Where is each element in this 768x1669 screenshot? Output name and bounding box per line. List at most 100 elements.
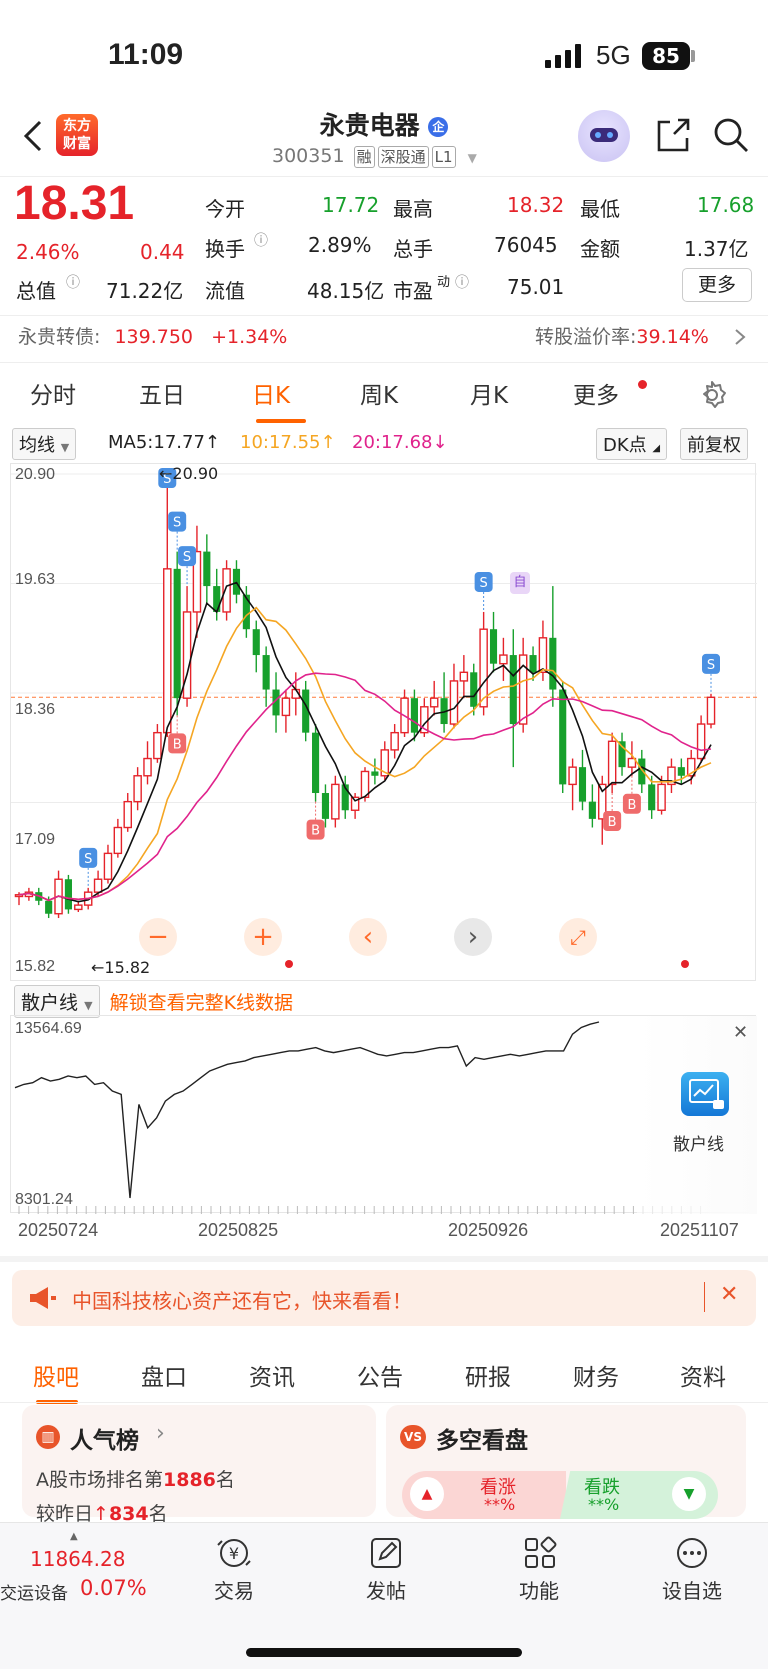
dk-point-button[interactable]: DK点 ◢ [596, 428, 668, 460]
ma5-readout: MA5:17.77↑ [108, 432, 220, 453]
nav-functions[interactable]: 功能 [499, 1575, 579, 1604]
vote-up[interactable]: ▲ 看涨 **% [402, 1471, 566, 1519]
post-edit-icon[interactable] [368, 1535, 404, 1571]
more-button[interactable]: 更多 [682, 268, 752, 302]
tab-daily-k[interactable]: 日K [252, 376, 290, 410]
index-change: 0.07% [80, 1576, 147, 1600]
tab-announcements[interactable]: 公告 [357, 1358, 403, 1392]
divider [0, 362, 768, 363]
y-tick-label: 8301.24 [15, 1191, 73, 1208]
nav-add-watchlist[interactable]: 设自选 [652, 1575, 732, 1604]
long-short-title: 多空看盘 [436, 1428, 528, 1454]
network-label: 5G [596, 40, 631, 70]
x-tick-label: 20250825 [198, 1220, 279, 1240]
tab-profile[interactable]: 资料 [680, 1358, 726, 1392]
nav-post[interactable]: 发帖 [346, 1575, 426, 1604]
rank-prefix: A股市场排名第 [36, 1469, 163, 1491]
tab-orderbook[interactable]: 盘口 [141, 1358, 187, 1392]
self-tag: 自 [510, 572, 530, 594]
retail-line-panel[interactable]: 13564.69 8301.24 ✕ 散户线 [10, 1015, 757, 1214]
retail-line [14, 1021, 600, 1199]
index-value[interactable]: 11864.28 [30, 1547, 125, 1571]
tab-forum[interactable]: 股吧 [33, 1358, 79, 1392]
info-icon[interactable]: ⓘ [254, 230, 268, 250]
banner-text: 中国科技核心资产还有它，快来看看！ [72, 1289, 412, 1313]
tab-monthly-k[interactable]: 月K [470, 376, 508, 410]
indicator-select[interactable]: 均线 ▼ [12, 428, 77, 460]
candle-body [479, 628, 488, 708]
candle-body [459, 671, 469, 682]
candle-body [638, 758, 646, 785]
pe-value: 75.01 [507, 275, 565, 299]
tab-financials[interactable]: 财务 [573, 1358, 619, 1392]
search-icon[interactable] [712, 116, 750, 154]
popularity-card[interactable]: ▥ 人气榜 › A股市场排名第1886名 较昨日↑834名 [22, 1405, 376, 1525]
volume-value: 76045 [494, 233, 558, 257]
tab-research[interactable]: 研报 [465, 1358, 511, 1392]
candle-body [312, 732, 320, 794]
assistant-robot-icon[interactable] [578, 110, 630, 162]
signal-label: S [707, 658, 715, 673]
stock-code-row[interactable]: 300351 融深股通 L1 ▼ [272, 145, 477, 168]
stock-name: 永贵电器 [319, 111, 420, 140]
ma5-line [18, 581, 712, 903]
candle-body [588, 801, 596, 819]
mktcap-label: 总值 [16, 279, 56, 303]
unlock-link[interactable]: 解锁查看完整K线数据 [110, 992, 293, 1014]
candle-body [321, 793, 330, 819]
close-icon[interactable]: ✕ [733, 1022, 748, 1043]
vote-up-pct: **% [484, 1495, 516, 1514]
status-bar: 11:09 5G 85 [0, 0, 768, 100]
zoom-in-button[interactable]: + [244, 918, 282, 956]
y-tick-label: 20.90 [15, 466, 56, 483]
promo-banner[interactable]: 中国科技核心资产还有它，快来看看！ ✕ [12, 1270, 756, 1326]
expand-icon[interactable]: ⤢ [559, 918, 597, 956]
status-time: 11:09 [108, 38, 184, 71]
trade-icon[interactable]: ¥ [215, 1535, 253, 1571]
info-icon[interactable]: ⓘ [66, 272, 80, 292]
prev-button[interactable]: ‹ [349, 918, 387, 956]
settings-gear-icon[interactable] [697, 380, 727, 410]
functions-grid-icon[interactable] [522, 1535, 558, 1571]
candle-body [568, 766, 577, 786]
vote-down[interactable]: 看跌 **% ▼ [570, 1471, 718, 1519]
change-amount: 0.44 [140, 240, 185, 264]
watchlist-more-icon[interactable] [674, 1535, 710, 1571]
share-icon[interactable] [654, 116, 692, 154]
adjust-button[interactable]: 前复权 [680, 428, 748, 460]
chart-toolbar: 均线 ▼ MA5:17.77↑ 10:17.55↑ 20:17.68↓ DK点 … [10, 428, 756, 462]
dropdown-caret-icon: ▼ [60, 441, 70, 454]
signal-label: S [183, 550, 191, 565]
y-tick-label: 17.09 [15, 831, 56, 848]
candle-body [153, 731, 162, 760]
kline-panel[interactable]: SSSSSSBBBB 20.90 19.63 18.36 17.09 15.82… [10, 463, 757, 981]
close-icon[interactable]: ✕ [720, 1282, 738, 1307]
sub-indicator-select[interactable]: 散户线 ▼ [14, 985, 100, 1018]
tab-weekly-k[interactable]: 周K [360, 376, 398, 410]
candle-body [93, 878, 103, 893]
signal-label: S [173, 516, 181, 531]
candle-body [410, 698, 418, 733]
long-short-card[interactable]: VS 多空看盘 ▲ 看涨 **% 看跌 **% ▼ [386, 1405, 746, 1519]
tab-more[interactable]: 更多 [573, 376, 619, 410]
tab-news[interactable]: 资讯 [249, 1358, 295, 1392]
nav-trade[interactable]: 交易 [194, 1575, 274, 1604]
info-icon[interactable]: ⓘ [455, 272, 469, 292]
period-tabs: 分时 五日 日K 周K 月K 更多 [0, 376, 768, 416]
premium-row[interactable]: 转股溢价率:39.14% [535, 322, 709, 349]
turnover-value: 2.89% [308, 233, 372, 257]
sell-signal-icon: S [474, 571, 493, 612]
convertible-bond-row[interactable]: 永贵转债: 139.750 +1.34% [18, 322, 287, 349]
bond-price: 139.750 [114, 326, 194, 348]
zoom-out-button[interactable]: − [139, 918, 177, 956]
candle-body [499, 654, 508, 665]
tab-intraday[interactable]: 分时 [30, 376, 76, 410]
side-card[interactable]: ✕ 散户线 [637, 1016, 757, 1214]
tab-5day[interactable]: 五日 [139, 376, 185, 410]
chevron-right-icon[interactable] [734, 328, 746, 346]
dropdown-caret-icon[interactable]: ▼ [468, 151, 477, 165]
side-card-label: 散户线 [673, 1135, 724, 1155]
next-button[interactable]: › [454, 918, 492, 956]
change-percent: 2.46% [16, 240, 80, 264]
candle-body [677, 767, 685, 776]
